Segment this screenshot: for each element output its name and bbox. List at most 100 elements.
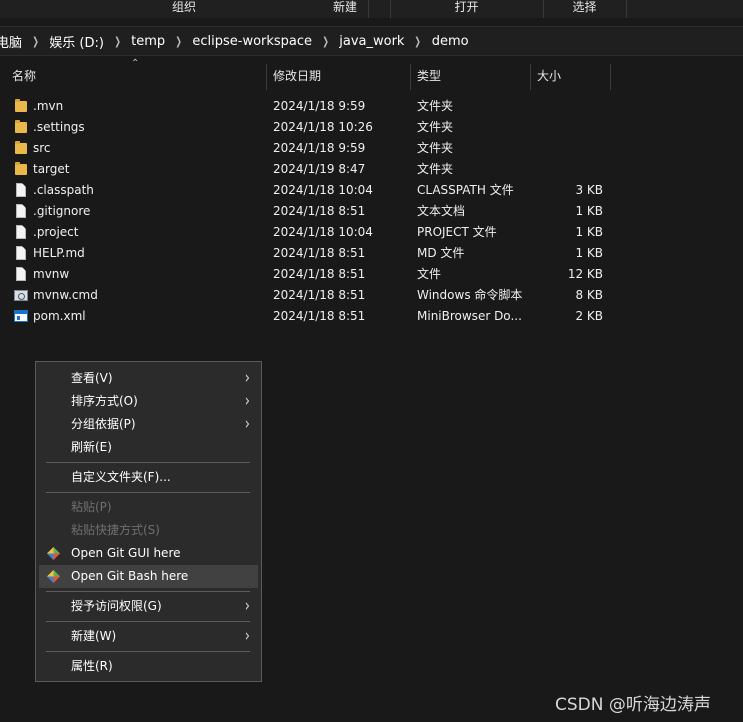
file-row[interactable]: mvnw 2024/1/18 8:51 文件 12 KB bbox=[0, 264, 743, 285]
watermark: CSDN @听海边涛声 bbox=[555, 695, 711, 715]
file-name: pom.xml bbox=[33, 309, 86, 323]
file-icon bbox=[16, 267, 26, 281]
file-date: 2024/1/18 8:51 bbox=[273, 267, 366, 281]
menu-item-group[interactable]: 分组依据(P) › bbox=[39, 413, 258, 436]
menu-item-refresh[interactable]: 刷新(E) bbox=[39, 436, 258, 459]
file-row[interactable]: .classpath 2024/1/18 10:04 CLASSPATH 文件 3 K… bbox=[0, 180, 743, 201]
menu-item-open-git-gui[interactable]: Open Git GUI here bbox=[39, 542, 258, 565]
git-gui-icon bbox=[47, 547, 60, 560]
breadcrumb-eclipse-workspace[interactable]: eclipse-workspace bbox=[192, 34, 312, 49]
menu-item-properties[interactable]: 属性(R) bbox=[39, 655, 258, 678]
chevron-right-icon[interactable]: ❯ bbox=[322, 35, 328, 48]
menu-divider bbox=[46, 591, 250, 592]
xml-icon bbox=[14, 310, 28, 322]
file-size: 1 KB bbox=[575, 225, 603, 239]
menu-item-label: 新建(W) bbox=[71, 629, 117, 643]
file-type: CLASSPATH 文件 bbox=[417, 183, 514, 197]
file-date: 2024/1/18 9:59 bbox=[273, 99, 366, 113]
file-name: .settings bbox=[33, 120, 85, 134]
file-type: PROJECT 文件 bbox=[417, 225, 497, 239]
file-date: 2024/1/18 8:51 bbox=[273, 246, 366, 260]
file-size: 3 KB bbox=[575, 183, 603, 197]
chevron-right-icon[interactable]: ❯ bbox=[114, 35, 120, 48]
menu-item-label: 刷新(E) bbox=[71, 440, 112, 454]
file-row[interactable]: target 2024/1/19 8:47 文件夹 bbox=[0, 159, 743, 180]
chevron-right-icon: › bbox=[244, 626, 250, 647]
folder-icon bbox=[15, 141, 27, 154]
file-type: 文件夹 bbox=[417, 99, 454, 113]
file-row[interactable]: .project 2024/1/18 10:04 PROJECT 文件 1 KB bbox=[0, 222, 743, 243]
file-name: HELP.md bbox=[33, 246, 85, 260]
column-header-type[interactable]: 类型 bbox=[411, 64, 531, 90]
ribbon: 组织 新建 打开 选择 bbox=[0, 0, 743, 18]
file-type: 文件夹 bbox=[417, 120, 454, 134]
menu-divider bbox=[46, 621, 250, 622]
file-size: 1 KB bbox=[575, 246, 603, 260]
menu-item-label: 粘贴(P) bbox=[71, 500, 112, 514]
menu-item-new[interactable]: 新建(W) › bbox=[39, 625, 258, 648]
menu-item-paste[interactable]: 粘贴(P) bbox=[39, 496, 258, 519]
chevron-right-icon[interactable]: ❯ bbox=[415, 35, 421, 48]
folder-icon bbox=[15, 99, 27, 112]
file-row[interactable]: pom.xml 2024/1/18 8:51 MiniBrowser Do... 2 … bbox=[0, 306, 743, 327]
file-name: src bbox=[33, 141, 51, 155]
git-bash-icon bbox=[47, 570, 60, 583]
file-name: .classpath bbox=[33, 183, 94, 197]
menu-item-label: 授予访问权限(G) bbox=[71, 599, 162, 613]
menu-item-give-access[interactable]: 授予访问权限(G) › bbox=[39, 595, 258, 618]
menu-divider bbox=[46, 462, 250, 463]
file-row[interactable]: mvnw.cmd 2024/1/18 8:51 Windows 命令脚本 8 KB bbox=[0, 285, 743, 306]
menu-item-label: 分组依据(P) bbox=[71, 417, 136, 431]
file-type: Windows 命令脚本 bbox=[417, 288, 523, 302]
file-date: 2024/1/19 8:47 bbox=[273, 162, 366, 176]
file-name: mvnw.cmd bbox=[33, 288, 98, 302]
breadcrumb-java-work[interactable]: java_work bbox=[339, 34, 404, 49]
file-size: 12 KB bbox=[567, 267, 603, 281]
file-size: 2 KB bbox=[575, 309, 603, 323]
file-date: 2024/1/18 8:51 bbox=[273, 309, 366, 323]
folder-icon bbox=[15, 120, 27, 133]
context-menu: 查看(V) › 排序方式(O) › 分组依据(P) › 刷新(E) 自定义文件夹… bbox=[35, 361, 262, 682]
menu-item-sort[interactable]: 排序方式(O) › bbox=[39, 390, 258, 413]
file-name: .gitignore bbox=[33, 204, 91, 218]
file-explorer-window: 组织 新建 打开 选择 电脑 ❯ 娱乐 (D:) ❯ temp ❯ eclips… bbox=[0, 0, 743, 722]
file-size: 1 KB bbox=[575, 204, 603, 218]
file-name: target bbox=[33, 162, 70, 176]
ribbon-group-new: 新建 bbox=[300, 0, 391, 18]
chevron-right-icon[interactable]: ❯ bbox=[32, 35, 38, 48]
menu-divider bbox=[46, 651, 250, 652]
file-icon bbox=[16, 225, 26, 239]
column-header-name[interactable]: 名称 bbox=[6, 64, 267, 90]
breadcrumb-this-pc[interactable]: 电脑 bbox=[0, 32, 22, 51]
menu-item-customize-folder[interactable]: 自定义文件夹(F)... bbox=[39, 466, 258, 489]
chevron-right-icon: › bbox=[244, 596, 250, 617]
menu-item-label: 自定义文件夹(F)... bbox=[71, 470, 171, 484]
column-header-size[interactable]: 大小 bbox=[531, 64, 611, 90]
menu-item-label: 排序方式(O) bbox=[71, 394, 138, 408]
file-date: 2024/1/18 8:51 bbox=[273, 288, 366, 302]
address-bar[interactable]: 电脑 ❯ 娱乐 (D:) ❯ temp ❯ eclipse-workspace … bbox=[0, 26, 743, 56]
file-row[interactable]: src 2024/1/18 9:59 文件夹 bbox=[0, 138, 743, 159]
file-row[interactable]: HELP.md 2024/1/18 8:51 MD 文件 1 KB bbox=[0, 243, 743, 264]
file-name: .project bbox=[33, 225, 79, 239]
breadcrumb-demo[interactable]: demo bbox=[432, 34, 469, 49]
menu-item-view[interactable]: 查看(V) › bbox=[39, 367, 258, 390]
file-name: .mvn bbox=[33, 99, 64, 113]
ribbon-group-open: 打开 bbox=[390, 0, 544, 18]
file-size: 8 KB bbox=[575, 288, 603, 302]
menu-item-label: Open Git Bash here bbox=[71, 569, 189, 583]
file-row[interactable]: .mvn 2024/1/18 9:59 文件夹 bbox=[0, 96, 743, 117]
menu-item-paste-shortcut[interactable]: 粘贴快捷方式(S) bbox=[39, 519, 258, 542]
file-row[interactable]: .settings 2024/1/18 10:26 文件夹 bbox=[0, 117, 743, 138]
chevron-right-icon[interactable]: ❯ bbox=[176, 35, 182, 48]
breadcrumb-temp[interactable]: temp bbox=[131, 34, 165, 49]
file-type: 文件夹 bbox=[417, 141, 454, 155]
menu-divider bbox=[46, 492, 250, 493]
breadcrumb-drive-d[interactable]: 娱乐 (D:) bbox=[49, 32, 104, 51]
file-type: 文本文档 bbox=[417, 204, 466, 218]
menu-item-open-git-bash[interactable]: Open Git Bash here bbox=[39, 565, 258, 588]
menu-item-label: 属性(R) bbox=[71, 659, 113, 673]
file-list: .mvn 2024/1/18 9:59 文件夹 .settings 2024/1/18 … bbox=[0, 96, 743, 327]
file-row[interactable]: .gitignore 2024/1/18 8:51 文本文档 1 KB bbox=[0, 201, 743, 222]
column-header-date[interactable]: 修改日期 bbox=[267, 64, 411, 90]
